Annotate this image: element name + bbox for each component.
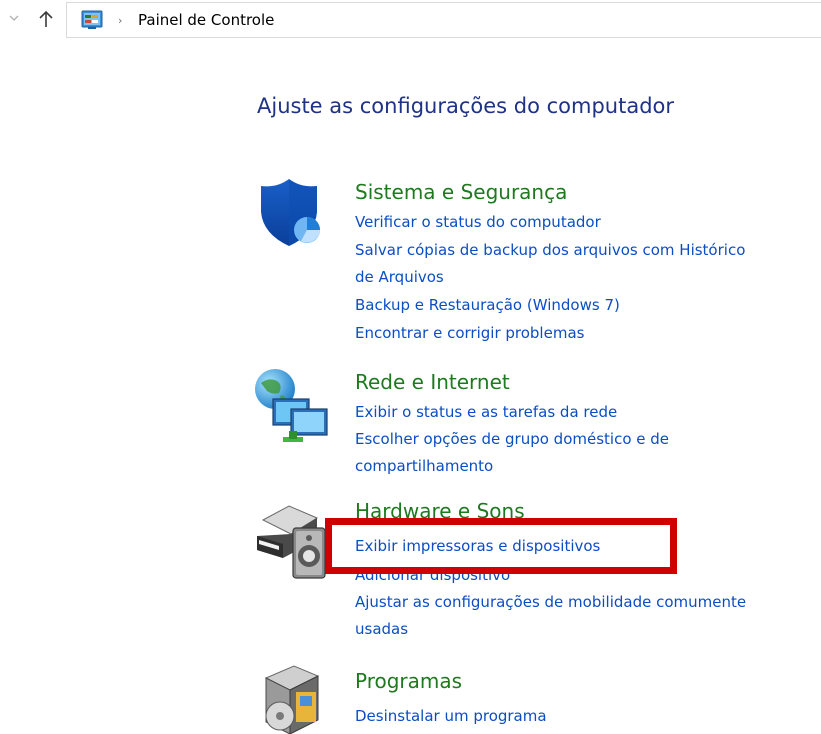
category-title-programs[interactable]: Programas bbox=[355, 668, 462, 694]
category-title-hardware-sound[interactable]: Hardware e Sons bbox=[355, 498, 525, 524]
link-mobility-settings-cont[interactable]: usadas bbox=[355, 619, 408, 640]
link-backup-restore[interactable]: Backup e Restauração (Windows 7) bbox=[355, 295, 620, 316]
link-uninstall-program[interactable]: Desinstalar um programa bbox=[355, 706, 547, 727]
link-network-status[interactable]: Exibir o status e as tarefas da rede bbox=[355, 402, 617, 423]
category-title-network-internet[interactable]: Rede e Internet bbox=[355, 369, 510, 395]
up-arrow-icon[interactable] bbox=[38, 10, 54, 28]
control-panel-window: › Painel de Controle Ajuste as configura… bbox=[0, 0, 821, 734]
shield-icon[interactable] bbox=[257, 178, 323, 248]
category-title-system-security[interactable]: Sistema e Segurança bbox=[355, 179, 567, 205]
programs-icon[interactable] bbox=[260, 662, 326, 734]
link-mobility-settings[interactable]: Ajustar as configurações de mobilidade c… bbox=[355, 592, 746, 613]
recent-locations-chevron-icon[interactable] bbox=[9, 14, 19, 22]
breadcrumb-control-panel[interactable]: Painel de Controle bbox=[138, 10, 274, 30]
network-icon[interactable] bbox=[253, 365, 333, 445]
control-panel-icon bbox=[81, 10, 103, 30]
link-file-history-backup-cont[interactable]: de Arquivos bbox=[355, 267, 444, 288]
link-homegroup-options-cont[interactable]: compartilhamento bbox=[355, 456, 493, 477]
link-troubleshoot[interactable]: Encontrar e corrigir problemas bbox=[355, 323, 584, 344]
link-add-device[interactable]: Adicionar dispositivo bbox=[355, 565, 510, 586]
link-check-computer-status[interactable]: Verificar o status do computador bbox=[355, 212, 601, 233]
printer-speaker-icon[interactable] bbox=[255, 500, 331, 582]
link-homegroup-options[interactable]: Escolher opções de grupo doméstico e de bbox=[355, 429, 669, 450]
link-devices-printers[interactable]: Exibir impressoras e dispositivos bbox=[355, 536, 600, 557]
link-file-history-backup[interactable]: Salvar cópias de backup dos arquivos com… bbox=[355, 240, 745, 261]
page-heading: Ajuste as configurações do computador bbox=[257, 94, 675, 118]
breadcrumb-separator-icon[interactable]: › bbox=[118, 13, 122, 29]
navigation-bar: › Painel de Controle bbox=[0, 0, 821, 42]
